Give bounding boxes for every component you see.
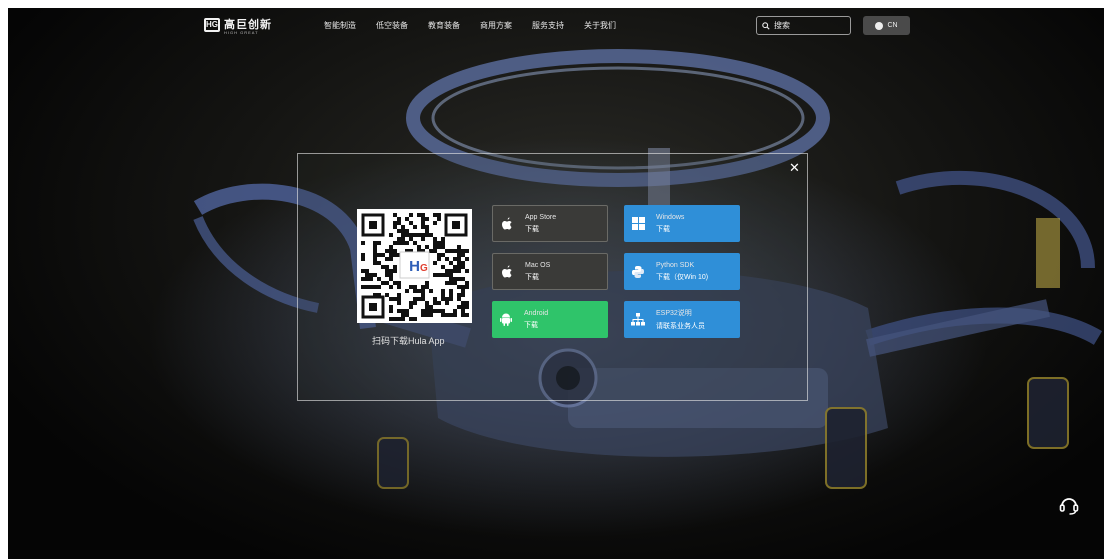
button-action: 下载 (525, 273, 539, 281)
headset-icon[interactable] (1058, 494, 1080, 516)
main-nav: 智能制造 低空装备 教育装备 商用方案 服务支持 关于我们 (324, 20, 616, 31)
android-icon (492, 301, 520, 338)
esp32-info-button[interactable]: ESP32说明 请联系业务人员 (624, 301, 740, 338)
app-store-download-button[interactable]: App Store 下载 (492, 205, 608, 242)
network-icon (624, 301, 652, 338)
svg-text:G: G (420, 263, 428, 274)
android-download-button[interactable]: Android 下载 (492, 301, 608, 338)
button-title: ESP32说明 (656, 310, 692, 317)
windows-download-button[interactable]: Windows 下载 (624, 205, 740, 242)
button-action: 请联系业务人员 (656, 323, 705, 330)
mac-os-download-button[interactable]: Mac OS 下载 (492, 253, 608, 290)
button-action: 下载 (656, 225, 670, 233)
apple-icon (493, 205, 521, 242)
button-action: 下载（仅Win 10) (656, 273, 709, 281)
qr-code: H G (357, 209, 472, 323)
language-label: CN (887, 22, 898, 29)
windows-icon (624, 205, 652, 242)
button-title: App Store (525, 213, 557, 221)
logo-mark-icon: HG (204, 18, 220, 32)
python-icon (624, 253, 652, 290)
button-title: Windows (656, 213, 685, 221)
nav-item-about[interactable]: 关于我们 (584, 20, 616, 31)
search-placeholder: 搜索 (774, 21, 790, 30)
qr-caption: 扫码下载Hula App (372, 336, 445, 346)
python-sdk-download-button[interactable]: Python SDK 下载（仅Win 10) (624, 253, 740, 290)
nav-item-support[interactable]: 服务支持 (532, 20, 564, 31)
globe-icon (875, 21, 884, 30)
close-icon[interactable]: ✕ (789, 161, 800, 174)
language-switcher[interactable]: CN (863, 16, 910, 35)
nav-item-low-altitude[interactable]: 低空装备 (376, 20, 408, 31)
button-action: 下载 (525, 225, 539, 233)
apple-icon (493, 253, 521, 290)
svg-text:H: H (409, 258, 420, 275)
button-title: Android (524, 309, 549, 317)
search-icon (762, 21, 770, 30)
search-box[interactable]: 搜索 (756, 16, 851, 35)
button-title: Mac OS (525, 261, 551, 269)
brand-logo[interactable]: HG 高巨创新 HIGH GREAT (204, 18, 272, 35)
logo-text: 高巨创新 (224, 18, 272, 31)
nav-item-education[interactable]: 教育装备 (428, 20, 460, 31)
logo-subtext: HIGH GREAT (224, 30, 259, 35)
button-action: 下载 (524, 321, 538, 329)
nav-item-smart-manufacturing[interactable]: 智能制造 (324, 20, 356, 31)
nav-item-commercial[interactable]: 商用方案 (480, 20, 512, 31)
site-header: HG 高巨创新 HIGH GREAT 智能制造 低空装备 教育装备 商用方案 服… (8, 8, 1104, 44)
button-title: Python SDK (656, 261, 695, 269)
